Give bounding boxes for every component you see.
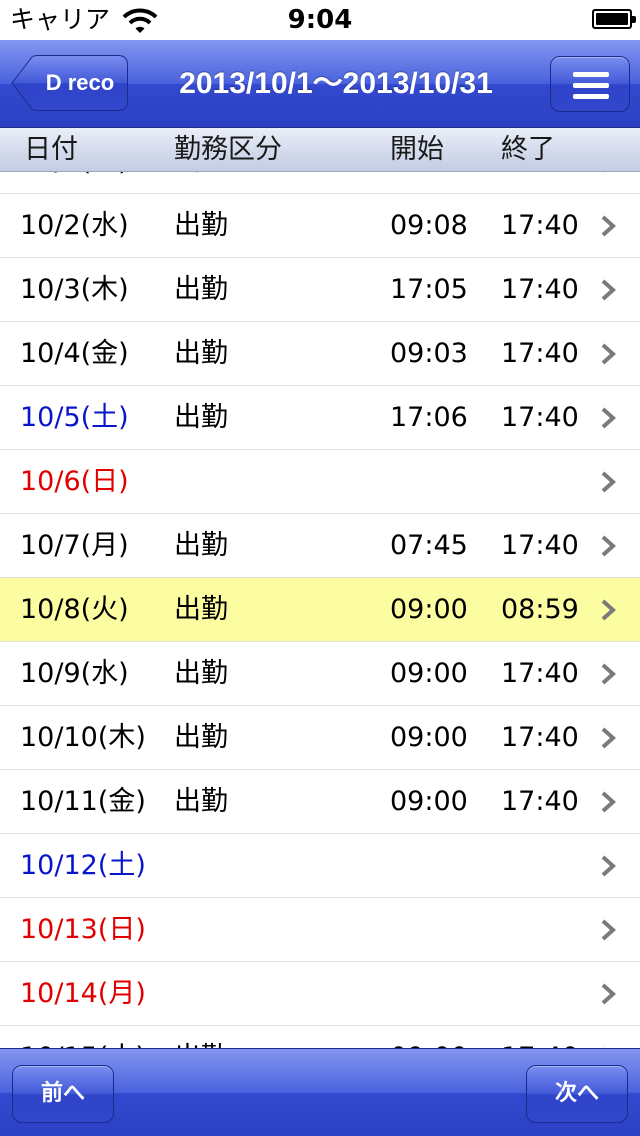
next-button[interactable]: 次へ xyxy=(526,1065,628,1123)
work-type-cell: 出勤 xyxy=(174,530,228,561)
start-time-cell: 09:08 xyxy=(390,210,468,241)
end-time-cell: 17:40 xyxy=(501,210,579,241)
start-time-cell: 09:00 xyxy=(390,594,468,625)
date-cell: 10/1(火) xyxy=(20,172,129,193)
header-date: 日付 xyxy=(24,134,78,165)
end-time-cell: 17:40 xyxy=(501,274,579,305)
chevron-right-icon xyxy=(603,172,605,173)
date-cell: 10/6(日) xyxy=(20,466,129,497)
start-time-cell: 09:00 xyxy=(390,658,468,689)
end-time-cell: 08:59 xyxy=(501,594,579,625)
table-row[interactable]: 10/9(水) 出勤 09:00 17:40 xyxy=(0,642,640,706)
date-cell: 10/11(金) xyxy=(20,786,146,817)
table-row[interactable]: 10/1(火) 出勤 10:25 17:40 xyxy=(0,172,640,194)
date-cell: 10/8(火) xyxy=(20,594,129,625)
chevron-right-icon xyxy=(601,279,616,301)
navigation-bar: D reco 2013/10/1〜2013/10/31 xyxy=(0,40,640,128)
work-type-cell: 出勤 xyxy=(174,402,228,433)
end-time-cell: 17:40 xyxy=(501,1026,579,1048)
status-time: 9:04 xyxy=(287,5,353,35)
end-time-cell: 17:40 xyxy=(501,402,579,433)
end-time-cell: 17:40 xyxy=(501,530,579,561)
chevron-right-icon xyxy=(601,535,616,557)
table-row[interactable]: 10/4(金) 出勤 09:03 17:40 xyxy=(0,322,640,386)
table-row[interactable]: 10/5(土) 出勤 17:06 17:40 xyxy=(0,386,640,450)
work-type-cell: 出勤 xyxy=(174,722,228,753)
table-row[interactable]: 10/12(土) xyxy=(0,834,640,898)
chevron-right-icon xyxy=(601,343,616,365)
table-row[interactable]: 10/3(木) 出勤 17:05 17:40 xyxy=(0,258,640,322)
chevron-right-icon xyxy=(601,791,616,813)
work-type-cell: 出勤 xyxy=(174,1026,228,1048)
chevron-right-icon xyxy=(601,407,616,429)
date-cell: 10/14(月) xyxy=(20,978,146,1009)
table-header: 日付 勤務区分 開始 終了 xyxy=(0,128,640,172)
start-time-cell: 07:45 xyxy=(390,530,468,561)
date-cell: 10/5(土) xyxy=(20,402,129,433)
table-row[interactable]: 10/11(金) 出勤 09:00 17:40 xyxy=(0,770,640,834)
chevron-right-icon xyxy=(601,663,616,685)
work-type-cell: 出勤 xyxy=(174,274,228,305)
date-cell: 10/15(火) xyxy=(20,1026,146,1048)
attendance-list[interactable]: 10/1(火)出勤10:2517:4010/2(水)出勤09:0817:4010… xyxy=(0,172,640,1048)
chevron-right-icon xyxy=(601,727,616,749)
header-end: 終了 xyxy=(501,134,555,165)
work-type-cell: 出勤 xyxy=(174,658,228,689)
work-type-cell: 出勤 xyxy=(174,338,228,369)
chevron-right-icon xyxy=(601,215,616,237)
date-cell: 10/4(金) xyxy=(20,338,129,369)
page-title: 2013/10/1〜2013/10/31 xyxy=(179,67,493,100)
start-time-cell: 17:05 xyxy=(390,274,468,305)
back-button-label: D reco xyxy=(45,70,115,95)
chevron-right-icon xyxy=(601,919,616,941)
start-time-cell: 09:00 xyxy=(390,786,468,817)
work-type-cell: 出勤 xyxy=(174,210,228,241)
bottom-toolbar: 前へ 次へ xyxy=(0,1048,640,1136)
chevron-right-icon xyxy=(601,599,616,621)
status-bar: キャリア 9:04 xyxy=(0,0,640,40)
date-cell: 10/10(木) xyxy=(20,722,146,753)
table-row[interactable]: 10/13(日) xyxy=(0,898,640,962)
work-type-cell: 出勤 xyxy=(174,172,228,193)
start-time-cell: 09:03 xyxy=(390,338,468,369)
table-row[interactable]: 10/6(日) xyxy=(0,450,640,514)
start-time-cell: 09:00 xyxy=(390,1026,468,1048)
menu-button[interactable] xyxy=(550,56,630,112)
table-row[interactable]: 10/14(月) xyxy=(0,962,640,1026)
work-type-cell: 出勤 xyxy=(174,786,228,817)
end-time-cell: 17:40 xyxy=(501,786,579,817)
table-row[interactable]: 10/2(水) 出勤 09:08 17:40 xyxy=(0,194,640,258)
chevron-right-icon xyxy=(601,983,616,1005)
battery-icon xyxy=(592,9,636,29)
date-cell: 10/7(月) xyxy=(20,530,129,561)
start-time-cell: 10:25 xyxy=(390,172,468,193)
prev-button[interactable]: 前へ xyxy=(12,1065,114,1123)
end-time-cell: 17:40 xyxy=(501,722,579,753)
work-type-cell: 出勤 xyxy=(174,594,228,625)
table-row[interactable]: 10/7(月) 出勤 07:45 17:40 xyxy=(0,514,640,578)
table-row[interactable]: 10/10(木) 出勤 09:00 17:40 xyxy=(0,706,640,770)
chevron-right-icon xyxy=(601,855,616,877)
header-work-type: 勤務区分 xyxy=(174,134,282,165)
date-cell: 10/2(水) xyxy=(20,210,129,241)
table-row[interactable]: 10/8(火) 出勤 09:00 08:59 xyxy=(0,578,640,642)
date-cell: 10/12(土) xyxy=(20,850,146,881)
header-start: 開始 xyxy=(390,134,444,165)
start-time-cell: 09:00 xyxy=(390,722,468,753)
date-cell: 10/13(日) xyxy=(20,914,146,945)
start-time-cell: 17:06 xyxy=(390,402,468,433)
back-button[interactable]: D reco xyxy=(10,55,128,111)
date-cell: 10/3(木) xyxy=(20,274,129,305)
end-time-cell: 17:40 xyxy=(501,658,579,689)
table-row[interactable]: 10/15(火) 出勤 09:00 17:40 xyxy=(0,1026,640,1048)
end-time-cell: 17:40 xyxy=(501,338,579,369)
chevron-right-icon xyxy=(601,471,616,493)
end-time-cell: 17:40 xyxy=(501,172,579,193)
date-cell: 10/9(水) xyxy=(20,658,129,689)
